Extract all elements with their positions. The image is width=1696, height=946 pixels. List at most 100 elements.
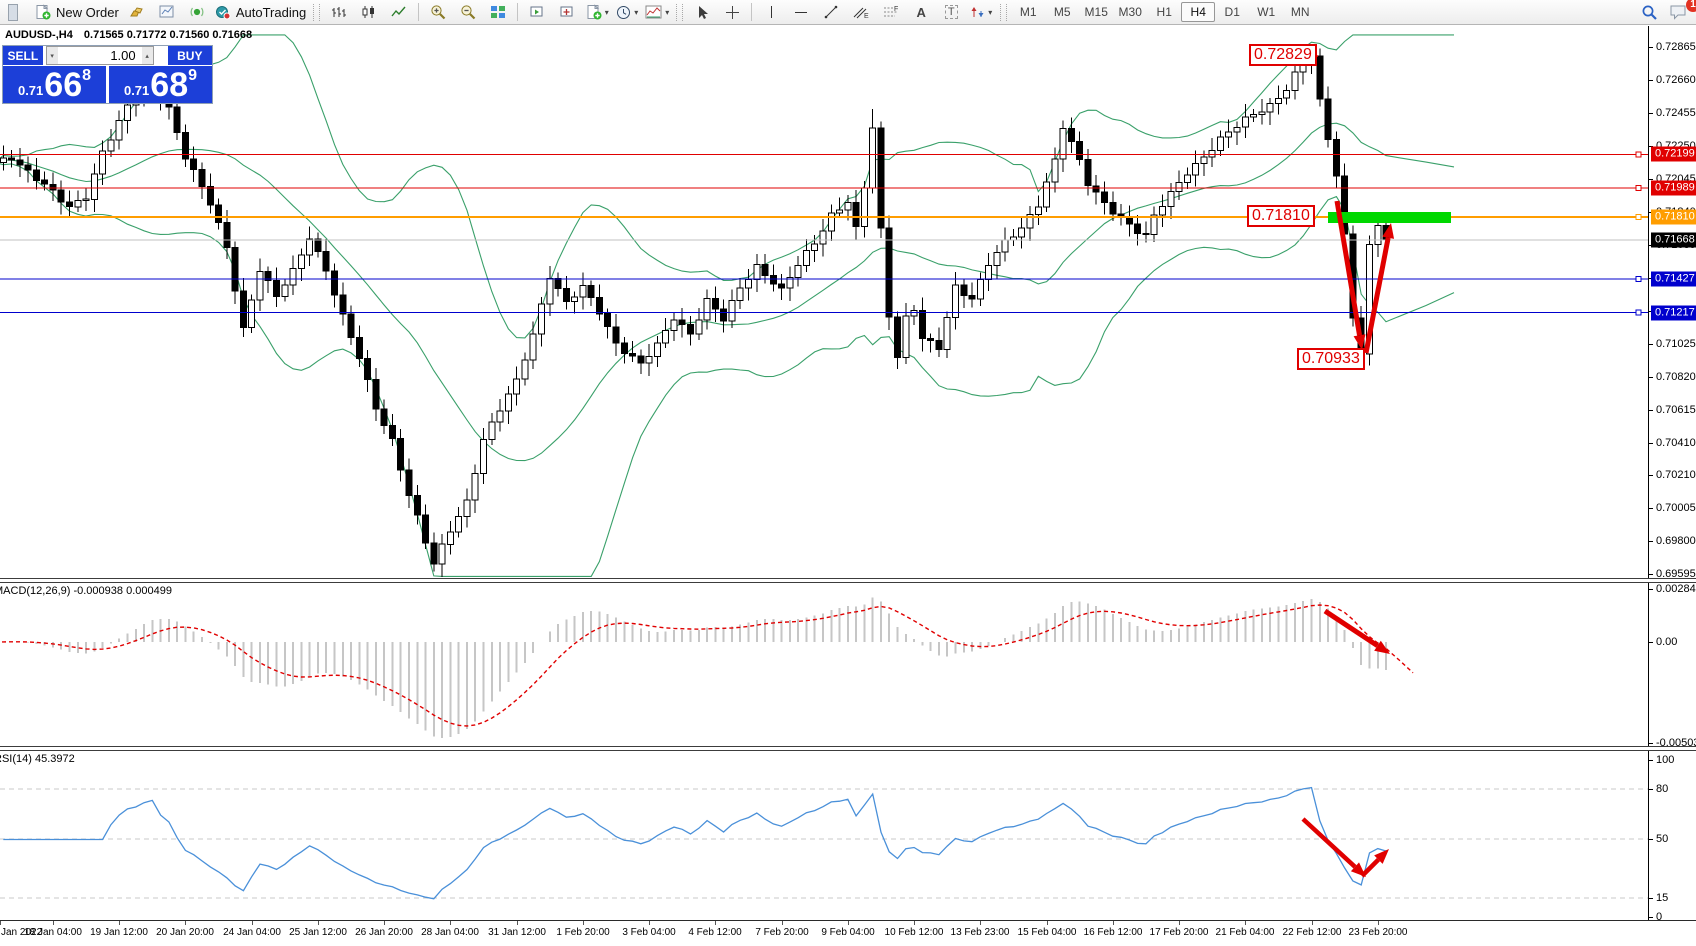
- price-axis[interactable]: 0.728650.726600.724550.722500.720450.718…: [1648, 26, 1696, 920]
- new-chart-button[interactable]: ▾: [582, 2, 612, 23]
- arrange-windows-plus-icon[interactable]: [552, 2, 582, 23]
- rsi-label: RSI(14) 45.3972: [0, 753, 75, 765]
- cut-chart-icon: [2, 2, 32, 23]
- time-tick-label: 17 Feb 20:00: [1150, 927, 1209, 938]
- timeframe-button-m5[interactable]: M5: [1045, 2, 1079, 22]
- sell-price-pip: 8: [82, 67, 91, 85]
- time-tick: [0, 921, 1, 925]
- timeframe-button-m30[interactable]: M30: [1113, 2, 1147, 22]
- time-tick: [450, 921, 451, 925]
- volume-input[interactable]: [58, 47, 142, 64]
- chevron-down-icon: ▾: [988, 8, 992, 17]
- timeframe-button-m15[interactable]: M15: [1079, 2, 1113, 22]
- timeframe-button-mn[interactable]: MN: [1283, 2, 1317, 22]
- svg-text:F: F: [894, 6, 898, 13]
- rsi-panel[interactable]: RSI(14) 45.3972: [0, 749, 1696, 920]
- time-tick: [1245, 921, 1246, 925]
- equidistant-channel-button[interactable]: E: [846, 2, 876, 23]
- time-tick-label: 22 Feb 12:00: [1283, 927, 1342, 938]
- volume-decrease-button[interactable]: ▾: [47, 47, 58, 64]
- time-tick-label: 28 Jan 04:00: [421, 927, 479, 938]
- timeframe-button-w1[interactable]: W1: [1249, 2, 1283, 22]
- green-zone-rect[interactable]: [1328, 212, 1451, 223]
- crosshair-button[interactable]: [717, 2, 747, 23]
- new-order-button[interactable]: New Order: [32, 2, 122, 23]
- axis-tick: [1649, 344, 1653, 345]
- time-tick: [914, 921, 915, 925]
- timeframe-button-d1[interactable]: D1: [1215, 2, 1249, 22]
- buy-price-prefix: 0.71: [124, 83, 149, 98]
- candlestick-chart: [0, 26, 1696, 578]
- macd-panel[interactable]: MACD(12,26,9) -0.000938 0.000499: [0, 581, 1696, 746]
- text-button[interactable]: A: [906, 2, 936, 23]
- buy-price-big: 68: [150, 68, 188, 102]
- line-chart-icon[interactable]: [384, 2, 414, 23]
- periods-button[interactable]: ▾: [612, 2, 642, 23]
- mt4-window: New OrderAutoTrading▾▾▾EFAT▾M1M5M15M30H1…: [0, 0, 1696, 946]
- trendline-button[interactable]: [816, 2, 846, 23]
- vertical-line-button[interactable]: [756, 2, 786, 23]
- sell-button[interactable]: SELL: [3, 46, 43, 65]
- rsi-trend-arrows[interactable]: [1303, 819, 1389, 877]
- text-label-button[interactable]: T: [936, 2, 966, 23]
- timeframe-button-h4[interactable]: H4: [1181, 2, 1215, 22]
- buy-button[interactable]: BUY: [168, 46, 212, 65]
- price-tick-label: 0.70005: [1656, 502, 1696, 514]
- signals-icon[interactable]: [182, 2, 212, 23]
- price-tick-label: 0.69800: [1656, 535, 1696, 547]
- macd-axis-label: 0.00: [1656, 636, 1677, 648]
- time-tick: [715, 921, 716, 925]
- zoom-in-icon[interactable]: [423, 2, 453, 23]
- macd-histogram: [3, 597, 1386, 738]
- one-click-trading-panel: SELL ▾ ▴ BUY 0.71668 0.71689: [2, 45, 213, 104]
- time-tick: [649, 921, 650, 925]
- toolbar-separator: [517, 3, 518, 21]
- panel-separator[interactable]: [0, 746, 1696, 751]
- macd-trend-arrow[interactable]: [1325, 611, 1390, 654]
- horizontal-line-button[interactable]: [786, 2, 816, 23]
- time-tick: [980, 921, 981, 925]
- toolbar: New OrderAutoTrading▾▾▾EFAT▾M1M5M15M30H1…: [0, 0, 1696, 25]
- price-tick-label: 0.72455: [1656, 107, 1696, 119]
- main-chart-panel[interactable]: AUDUSD-,H4 0.71565 0.71772 0.71560 0.716…: [0, 26, 1696, 578]
- bar-chart-icon[interactable]: [324, 2, 354, 23]
- rsi-chart: [0, 749, 1696, 920]
- chart-window-icon[interactable]: [152, 2, 182, 23]
- time-tick: [384, 921, 385, 925]
- zoom-out-icon[interactable]: [453, 2, 483, 23]
- candlestick-chart-icon[interactable]: [354, 2, 384, 23]
- search-icon[interactable]: [1634, 2, 1664, 23]
- bid-price-label: 0.71668: [1651, 233, 1696, 248]
- price-tick-label: 0.70820: [1656, 371, 1696, 383]
- macd-axis-label: 0.002841: [1656, 583, 1696, 595]
- time-tick-label: 9 Feb 04:00: [821, 927, 874, 938]
- arrow-objects-button[interactable]: ▾: [966, 2, 996, 23]
- autotrading-button[interactable]: AutoTrading: [212, 2, 309, 23]
- time-axis[interactable]: Jan 202218 Jan 04:0019 Jan 12:0020 Jan 2…: [0, 920, 1696, 946]
- time-tick-label: 1 Feb 20:00: [556, 927, 609, 938]
- bollinger-bands: [0, 35, 1454, 577]
- fibonacci-button[interactable]: F: [876, 2, 906, 23]
- notifications-icon[interactable]: 1: [1664, 2, 1694, 23]
- sell-price[interactable]: 0.71668: [3, 66, 106, 103]
- buy-price[interactable]: 0.71689: [109, 66, 212, 103]
- arrange-windows-icon[interactable]: [522, 2, 552, 23]
- timeframe-button-m1[interactable]: M1: [1011, 2, 1045, 22]
- templates-button[interactable]: ▾: [642, 2, 672, 23]
- toolbar-separator: [751, 3, 752, 21]
- volume-increase-button[interactable]: ▴: [142, 47, 153, 64]
- cursor-button[interactable]: [687, 2, 717, 23]
- time-tick: [53, 921, 54, 925]
- panel-separator[interactable]: [0, 578, 1696, 583]
- axis-tick: [1649, 443, 1653, 444]
- timeframe-button-h1[interactable]: H1: [1147, 2, 1181, 22]
- price-tick-label: 0.70410: [1656, 437, 1696, 449]
- axis-tick: [1649, 508, 1653, 509]
- time-tick: [1047, 921, 1048, 925]
- notification-badge: 1: [1686, 0, 1696, 12]
- gold-icon[interactable]: [122, 2, 152, 23]
- tile-windows-icon[interactable]: [483, 2, 513, 23]
- up-arrow-icon: ▴: [145, 52, 149, 60]
- time-tick: [1113, 921, 1114, 925]
- chart-title: AUDUSD-,H4 0.71565 0.71772 0.71560 0.716…: [5, 29, 252, 41]
